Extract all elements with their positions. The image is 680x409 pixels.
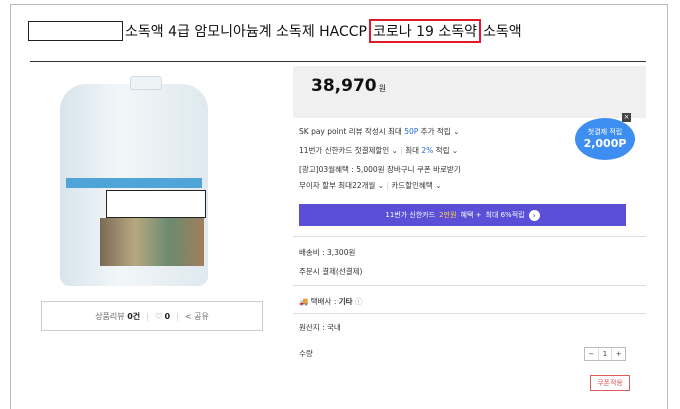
quantity-value[interactable]: 1 <box>597 348 612 360</box>
close-icon[interactable]: × <box>622 113 631 122</box>
shipping-fee: 배송비 : 3,300원 <box>299 248 356 257</box>
chevron-down-icon: ⌄ <box>453 127 460 136</box>
title-suffix: 소독액 <box>483 24 522 40</box>
payment-method: 주문시 결제(선결제) <box>299 267 363 276</box>
help-icon[interactable]: ⓘ <box>355 297 363 306</box>
review-link[interactable]: 상품리뷰 0건 <box>95 311 140 322</box>
share-icon: < <box>184 311 192 321</box>
origin: 원산지 : 국내 <box>299 323 341 332</box>
courier-row: 🚚 택배사 : 기타 ⓘ <box>299 297 363 306</box>
sk-pay-benefit[interactable]: SK pay point 리뷰 작성시 최대 50P 추가 적립 ⌄ <box>299 126 459 137</box>
price: 38,970 원 <box>311 76 386 96</box>
quantity-label: 수량 <box>299 349 313 358</box>
share-button[interactable]: < 공유 <box>185 311 209 322</box>
max-rate[interactable]: 최대 2% 적립 ⌄ <box>405 146 458 155</box>
card-first-discount[interactable]: 11번가 신한카드 첫결제할인 ⌄ <box>299 146 398 155</box>
quantity-plus-button[interactable]: + <box>611 348 625 360</box>
ad-coupon-link[interactable]: [광고]03월혜택 : 5,000원 장바구니 쿠폰 바로받기 <box>299 164 461 175</box>
divider <box>293 236 646 237</box>
divider <box>293 285 646 286</box>
installment-link[interactable]: 무이자 할부 최대22개월 ⌄ <box>299 181 384 190</box>
title-divider <box>30 61 646 62</box>
heart-icon: ♡ <box>154 311 162 321</box>
arrow-right-icon: › <box>528 209 540 221</box>
price-panel: 38,970 원 <box>293 66 646 118</box>
card-benefit-banner[interactable]: 11번가 신한카드 2만원 혜택 + 최대 6%적립 › <box>299 204 626 226</box>
coupon-apply-button[interactable]: 쿠폰적용 <box>590 375 630 391</box>
label-band <box>66 178 202 188</box>
card-benefit-row: 11번가 신한카드 첫결제할인 ⌄ | 최대 2% 적립 ⌄ <box>299 146 459 155</box>
redacted-block <box>28 21 123 41</box>
card-discount-link[interactable]: 카드할인혜택 ⌄ <box>391 181 441 190</box>
product-title: 소독액 4급 암모니아늄계 소독제 HACCP 코로나 19 소독약 소독액 <box>28 19 522 43</box>
title-text: 소독액 4급 암모니아늄계 소독제 HACCP <box>125 24 367 40</box>
review-bar: 상품리뷰 0건 | ♡ 0 | < 공유 <box>41 301 263 331</box>
installment-row: 무이자 할부 최대22개월 ⌄ | 카드할인혜택 ⌄ <box>299 181 442 190</box>
quantity-stepper[interactable]: − 1 + <box>584 347 626 361</box>
promo-badge[interactable]: 첫결제 적립 2,000P <box>575 118 635 160</box>
quantity-minus-button[interactable]: − <box>585 348 598 360</box>
divider <box>293 313 646 314</box>
title-highlight: 코로나 19 소독약 <box>369 19 481 43</box>
truck-icon: 🚚 <box>299 297 309 306</box>
redacted-block <box>106 190 206 218</box>
label-photo <box>100 218 204 266</box>
like-button[interactable]: ♡ 0 <box>155 312 170 321</box>
jug-cap <box>130 76 162 90</box>
